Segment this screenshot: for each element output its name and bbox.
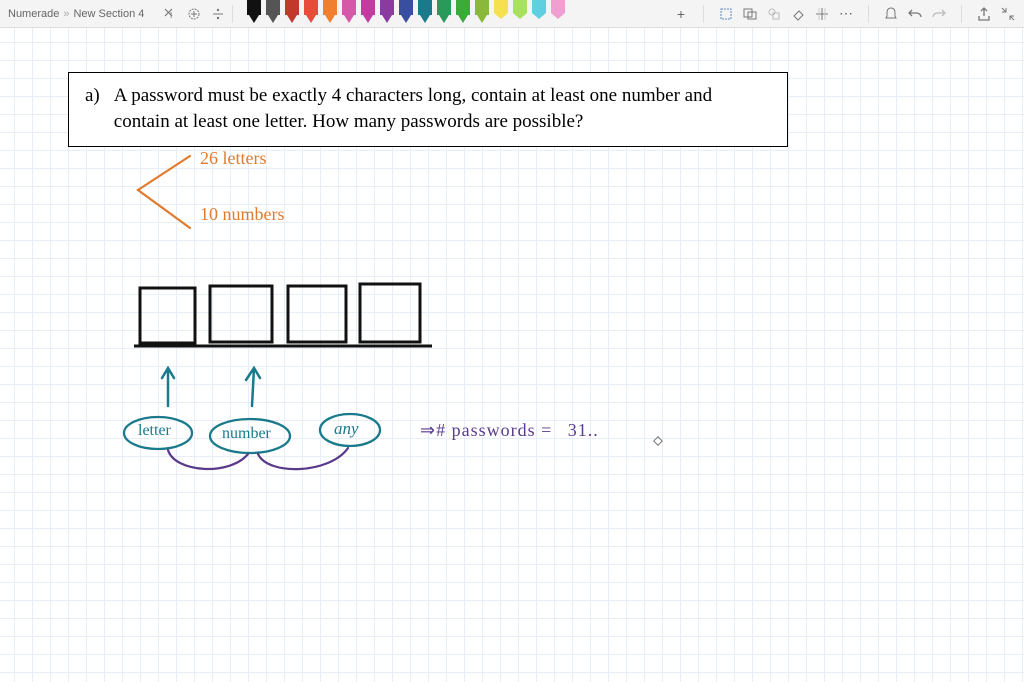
- more-icon[interactable]: ⋯: [838, 6, 854, 22]
- bell-icon[interactable]: [883, 6, 899, 22]
- label-any: any: [334, 419, 359, 439]
- pen-blue[interactable]: [397, 0, 415, 25]
- pen-darkred[interactable]: [283, 0, 301, 25]
- breadcrumb: Numerade » New Section 4: [8, 8, 144, 20]
- text-cursor-icon[interactable]: I: [162, 6, 178, 22]
- breadcrumb-separator: »: [63, 8, 69, 20]
- eraser-icon[interactable]: [790, 6, 806, 22]
- add-shape-icon[interactable]: [186, 6, 202, 22]
- pen-red[interactable]: [302, 0, 320, 25]
- redo-icon[interactable]: [931, 6, 947, 22]
- pen-orange[interactable]: [321, 0, 339, 25]
- highlighter-green[interactable]: [511, 0, 529, 25]
- pen-gray[interactable]: [264, 0, 282, 25]
- undo-icon[interactable]: [907, 6, 923, 22]
- svg-text:I: I: [170, 11, 172, 20]
- question-text: A password must be exactly 4 characters …: [114, 83, 712, 134]
- pen-pink[interactable]: [340, 0, 358, 25]
- highlighter-blue[interactable]: [530, 0, 548, 25]
- pen-green[interactable]: [435, 0, 453, 25]
- toolbar-divider: [961, 5, 962, 23]
- toolbar-divider: [868, 5, 869, 23]
- divide-icon[interactable]: [210, 6, 226, 22]
- annotation-letters: 26 letters: [200, 148, 266, 169]
- question-box: a) A password must be exactly 4 characte…: [68, 72, 788, 147]
- right-tools: + ⋯: [673, 5, 1016, 23]
- toolbar-divider: [703, 5, 704, 23]
- pen-palette: [245, 1, 567, 27]
- select-icon[interactable]: [742, 6, 758, 22]
- toolbar-divider: [232, 5, 233, 23]
- canvas[interactable]: a) A password must be exactly 4 characte…: [0, 28, 1024, 682]
- plus-icon[interactable]: +: [673, 6, 689, 22]
- breadcrumb-root[interactable]: Numerade: [8, 8, 59, 20]
- lasso-icon[interactable]: [718, 6, 734, 22]
- pen-teal[interactable]: [416, 0, 434, 25]
- label-letter: letter: [138, 422, 171, 440]
- share-icon[interactable]: [976, 6, 992, 22]
- annotation-numbers: 10 numbers: [200, 204, 285, 225]
- pen-lime[interactable]: [473, 0, 491, 25]
- pen-magenta[interactable]: [359, 0, 377, 25]
- result-expression: ⇒# passwords = 31..: [420, 420, 599, 441]
- text-tools: I: [162, 6, 226, 22]
- highlighter-pink[interactable]: [549, 0, 567, 25]
- shapes-icon[interactable]: [766, 6, 782, 22]
- toolbar: Numerade » New Section 4 I +: [0, 0, 1024, 28]
- pen-brightgreen[interactable]: [454, 0, 472, 25]
- label-number: number: [222, 425, 271, 443]
- collapse-icon[interactable]: [1000, 6, 1016, 22]
- pen-black[interactable]: [245, 0, 263, 25]
- breadcrumb-section[interactable]: New Section 4: [73, 8, 144, 20]
- highlighter-yellow[interactable]: [492, 0, 510, 25]
- grid-icon[interactable]: [814, 6, 830, 22]
- question-label: a): [85, 83, 100, 134]
- pen-purple[interactable]: [378, 0, 396, 25]
